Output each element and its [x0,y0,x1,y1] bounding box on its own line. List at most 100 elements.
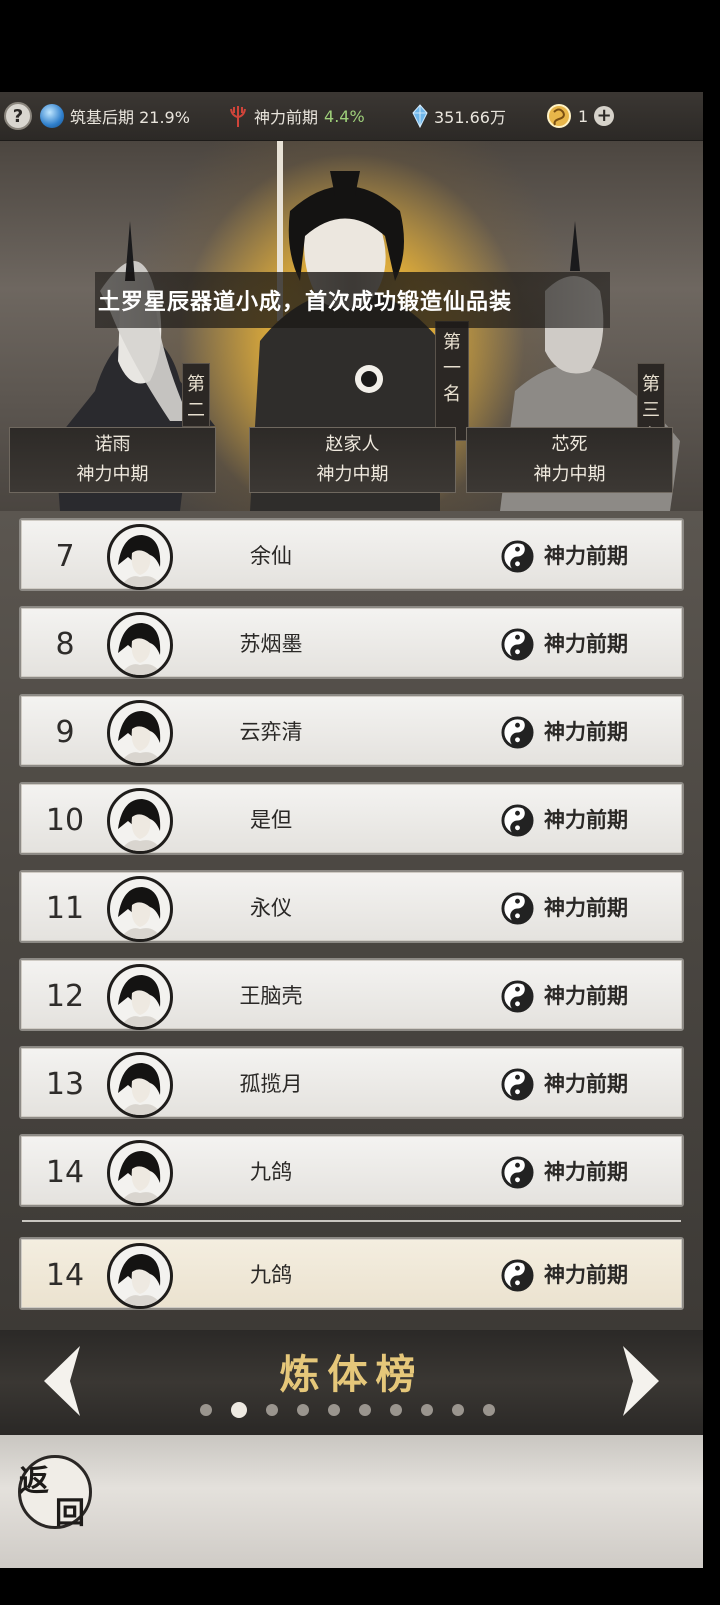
second-place-plate[interactable]: 诺雨 神力中期 [9,427,216,493]
list-divider [22,1220,681,1222]
player-realm: 神力前期 [544,632,628,656]
player-name: 永仪 [250,896,292,920]
player-avatar[interactable] [107,964,173,1030]
coin-status: 1 + [546,92,615,140]
first-place-realm: 神力中期 [316,464,389,485]
player-avatar[interactable] [107,700,173,766]
footer-area [0,1435,703,1568]
help-button[interactable]: ? [4,102,32,130]
rank-number: 13 [45,1067,85,1102]
player-name: 苏烟墨 [239,632,303,656]
ranking-row[interactable]: 10 是但 神力前期 [19,782,684,855]
cultivation-text: 筑基后期 21.9% [70,108,190,127]
player-name: 孤揽月 [239,1072,303,1096]
rank-number: 14 [45,1155,85,1190]
rank-number: 8 [55,627,75,662]
announcement-marquee: !土罗星辰器道小成，首次成功锻造仙品装 [95,272,610,328]
rank-number: 10 [45,803,85,838]
player-name: 九鸽 [250,1160,292,1184]
top-black-area [0,0,703,92]
my-realm: 神力前期 [544,1263,628,1287]
page-dot[interactable] [452,1404,464,1416]
yin-yang-icon [501,628,534,661]
crystal-status: 351.66万 [412,92,506,140]
page-dot[interactable] [359,1404,371,1416]
player-realm: 神力前期 [544,1160,628,1184]
second-place-realm: 神力中期 [76,464,149,485]
ranking-row[interactable]: 11 永仪 神力前期 [19,870,684,943]
page-dot[interactable] [390,1404,402,1416]
player-realm: 神力前期 [544,896,628,920]
first-place-banner: 第 一 名 [435,321,469,441]
rank-number: 12 [45,979,85,1014]
yin-yang-icon [501,1156,534,1189]
player-name: 云弈清 [239,720,303,744]
trident-icon [230,106,246,127]
back-button[interactable]: 返 回 [18,1455,92,1531]
rank-number: 7 [55,539,75,574]
divine-power-status: 神力前期 4.4% [228,92,365,140]
yin-yang-icon [501,980,534,1013]
ranking-row[interactable]: 7 余仙 神力前期 [19,518,684,591]
board-title: 炼体榜 [279,1351,424,1398]
player-realm: 神力前期 [544,1072,628,1096]
page-dot[interactable] [231,1402,247,1418]
divine-power-text: 神力前期 [254,108,319,127]
player-avatar[interactable] [107,876,173,942]
player-realm: 神力前期 [544,984,628,1008]
yin-yang-icon [501,1068,534,1101]
resource-status-bar: ? 筑基后期 21.9% 神力前期 4.4% 351.66万 1 + [0,92,703,141]
first-place-name: 赵家人 [325,434,380,455]
ranking-row[interactable]: 12 王脑壳 神力前期 [19,958,684,1031]
page-dot[interactable] [297,1404,309,1416]
my-rank-row[interactable]: 14 九鸽 神力前期 [19,1237,684,1310]
first-place-plate[interactable]: 赵家人 神力中期 [249,427,456,493]
yin-yang-icon [501,892,534,925]
player-avatar[interactable] [107,788,173,854]
player-realm: 神力前期 [544,808,628,832]
second-place-name: 诺雨 [94,434,131,455]
add-currency-button[interactable]: + [594,106,615,126]
crystal-count: 351.66万 [434,108,506,127]
announcement-text: !土罗星辰器道小成，首次成功锻造仙品装 [95,290,513,315]
my-avatar[interactable] [107,1243,173,1309]
page-dot[interactable] [421,1404,433,1416]
back-char-2: 回 [55,1496,85,1531]
divine-power-percent: 4.4% [324,106,365,126]
rank-number: 11 [45,891,85,926]
ranking-row[interactable]: 8 苏烟墨 神力前期 [19,606,684,679]
player-name: 是但 [250,808,292,832]
my-name: 九鸽 [250,1263,292,1287]
page-dot[interactable] [200,1404,212,1416]
crystal-icon [412,104,428,128]
third-place-realm: 神力中期 [533,464,606,485]
yin-yang-icon [501,804,534,837]
cultivation-status: 筑基后期 21.9% [40,92,190,140]
player-avatar[interactable] [107,612,173,678]
back-char-1: 返 [19,1464,49,1499]
page-dot[interactable] [266,1404,278,1416]
second-place-banner: 第 二 [182,363,210,427]
page-dot[interactable] [328,1404,340,1416]
ranking-row[interactable]: 14 九鸽 神力前期 [19,1134,684,1207]
player-avatar[interactable] [107,1140,173,1206]
player-realm: 神力前期 [544,544,628,568]
yin-yang-icon [501,716,534,749]
yin-yang-icon [501,540,534,573]
coin-icon [547,104,571,128]
third-place-plate[interactable]: 芯死 神力中期 [466,427,673,493]
my-rank-number: 14 [45,1258,85,1293]
coin-count: 1 [578,106,589,126]
rank-number: 9 [55,715,75,750]
player-avatar[interactable] [107,1052,173,1118]
player-name: 王脑壳 [239,984,303,1008]
third-place-name: 芯死 [551,434,588,455]
page-dot[interactable] [483,1404,495,1416]
player-avatar[interactable] [107,524,173,590]
player-realm: 神力前期 [544,720,628,744]
player-name: 余仙 [250,544,292,568]
ranking-row[interactable]: 9 云弈清 神力前期 [19,694,684,767]
page-indicator [200,1400,500,1420]
yin-yang-icon [501,1259,534,1292]
ranking-row[interactable]: 13 孤揽月 神力前期 [19,1046,684,1119]
